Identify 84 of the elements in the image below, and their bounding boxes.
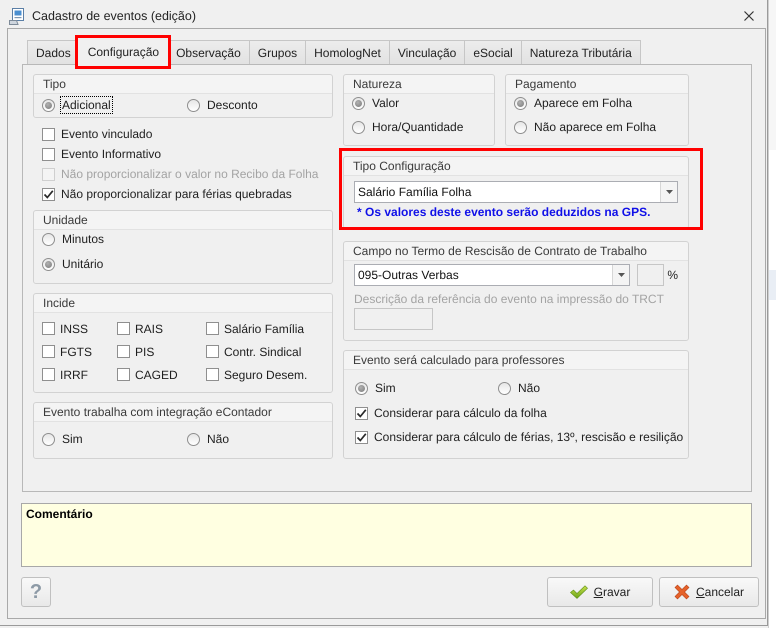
- option-label: Contr. Sindical: [223, 344, 302, 360]
- checkbox[interactable]: [206, 345, 219, 358]
- checkbox[interactable]: [117, 322, 130, 335]
- radio-button[interactable]: [42, 258, 55, 270]
- option-label: Desconto: [206, 97, 259, 114]
- checkbox[interactable]: [42, 148, 55, 160]
- group-title: Pagamento: [506, 75, 688, 94]
- option-label: PIS: [134, 344, 156, 360]
- option-label: Valor: [371, 95, 400, 112]
- group-title: Evento trabalha com integração eContador: [34, 403, 332, 422]
- cancel-button[interactable]: Cancelar: [659, 577, 759, 607]
- group-title: Tipo: [34, 75, 332, 94]
- dropdown-field[interactable]: Salário Família Folha: [354, 181, 678, 203]
- option-label: Não: [517, 380, 542, 397]
- radio-button[interactable]: [352, 96, 365, 110]
- option-label: Considerar para cálculo de férias, 13º, rescisão e resilição: [373, 429, 684, 446]
- tab[interactable]: Natureza Tributária: [520, 40, 641, 64]
- group-title: Evento será calculado para professores: [344, 351, 688, 370]
- radio-button[interactable]: [514, 120, 527, 134]
- checkbox[interactable]: [355, 406, 368, 420]
- form-icon: [9, 8, 25, 24]
- tab[interactable]: Configuração: [76, 37, 170, 65]
- option-label: Sim: [374, 380, 397, 397]
- option-label: Unitário: [61, 256, 104, 273]
- option-label: Não: [206, 431, 230, 448]
- radio-button[interactable]: [42, 232, 55, 246]
- option-label: IRRF: [59, 366, 89, 384]
- tab[interactable]: Vinculação: [388, 40, 466, 64]
- option-label: Aparece em Folha: [533, 95, 634, 112]
- radio-button[interactable]: [352, 120, 365, 134]
- checkbox[interactable]: [42, 345, 55, 358]
- window-title: Cadastro de eventos (edição): [32, 9, 197, 23]
- option-label: Não proporcionalizar para férias quebradas: [60, 186, 293, 203]
- option-label: Evento Informativo: [60, 146, 162, 163]
- comment-label: Comentário: [26, 507, 93, 521]
- caret-down-icon: [666, 190, 672, 194]
- option-label: Minutos: [61, 231, 106, 248]
- dropdown-field[interactable]: 095-Outras Verbas: [354, 264, 630, 286]
- option-label: INSS: [59, 320, 90, 338]
- radio-button[interactable]: [514, 96, 527, 110]
- group-title: Tipo Configuração: [344, 157, 688, 176]
- field-label: Descrição da referência do evento na impressão do TRCT: [354, 291, 665, 308]
- option-label: Seguro Desem.: [223, 366, 308, 384]
- checkbox[interactable]: [42, 128, 55, 140]
- close-icon: [744, 11, 754, 21]
- option-label: Considerar para cálculo da folha: [373, 405, 548, 422]
- option-label: Adicional: [60, 96, 113, 114]
- checkbox[interactable]: [117, 345, 130, 358]
- checkbox[interactable]: [42, 322, 55, 335]
- group-title: Unidade: [34, 211, 332, 230]
- radio-button[interactable]: [42, 432, 55, 446]
- option-label: Não proporcionalizar o valor no Recibo da Folha: [60, 166, 320, 183]
- tab[interactable]: HomologNet: [305, 40, 390, 64]
- group-title: Natureza: [344, 75, 494, 94]
- comment-field[interactable]: Comentário: [21, 503, 752, 567]
- option-label: Salário Família: [223, 320, 306, 338]
- radio-button[interactable]: [355, 382, 368, 394]
- checkbox[interactable]: [117, 368, 130, 381]
- checkbox[interactable]: [206, 322, 219, 335]
- radio-button[interactable]: [187, 98, 200, 112]
- group-title: Campo no Termo de Rescisão de Contrato de Trabalho: [344, 242, 688, 261]
- save-button[interactable]: Gravar: [547, 577, 653, 607]
- cross-icon: [674, 584, 690, 600]
- radio-button[interactable]: [187, 432, 200, 446]
- option-label: FGTS: [59, 344, 93, 360]
- option-label: RAIS: [134, 320, 164, 338]
- option-label: CAGED: [134, 366, 179, 384]
- checkbox[interactable]: [42, 368, 55, 381]
- checkmark-icon: [570, 585, 588, 599]
- checkbox[interactable]: [42, 188, 55, 200]
- unit-label: %: [667, 268, 678, 282]
- note-text: * Os valores deste evento serão deduzidos na GPS.: [356, 204, 652, 221]
- tab[interactable]: eSocial: [464, 40, 522, 64]
- tab[interactable]: Grupos: [248, 40, 306, 64]
- checkbox[interactable]: [206, 368, 219, 381]
- option-label: Sim: [61, 431, 84, 448]
- option-label: Não aparece em Folha: [533, 119, 658, 136]
- radio-button[interactable]: [42, 98, 55, 112]
- caret-down-icon: [618, 273, 624, 277]
- group-title: Incide: [34, 294, 332, 313]
- option-label: Hora/Quantidade: [371, 119, 464, 136]
- option-label: Evento vinculado: [60, 126, 154, 143]
- radio-button[interactable]: [498, 382, 511, 394]
- checkbox[interactable]: [355, 430, 368, 444]
